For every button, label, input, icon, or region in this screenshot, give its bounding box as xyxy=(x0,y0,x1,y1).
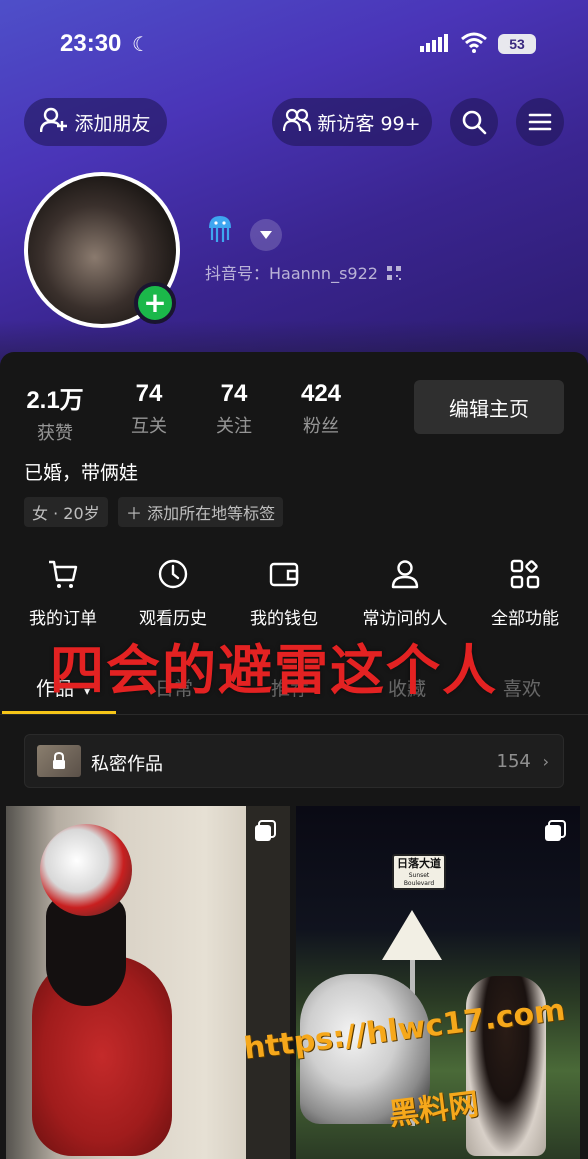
plus-icon: + xyxy=(143,286,167,319)
moon-icon: ☾ xyxy=(132,32,150,56)
stat-followers-label: 粉丝 xyxy=(303,416,339,437)
add-person-icon xyxy=(40,107,68,138)
my-wallet-button[interactable]: 我的钱包 xyxy=(229,556,339,629)
multi-image-icon xyxy=(255,820,276,841)
gender-age-tag: 女 · 20岁 xyxy=(24,497,108,527)
tabs-divider xyxy=(0,714,588,715)
stat-mutual-number: 74 xyxy=(135,380,163,407)
signal-icon xyxy=(420,34,450,56)
qr-code-icon[interactable] xyxy=(387,266,402,280)
stat-likes[interactable]: 2.1万 获赞 xyxy=(22,380,88,445)
status-bar: 23:30 ☾ 53 xyxy=(0,0,588,90)
video-2-sign-subtitle: Sunset Boulevard xyxy=(403,872,435,887)
video-2-road-sign: 日落大道 Sunset Boulevard xyxy=(392,854,446,890)
private-works-row[interactable]: 私密作品 154 › xyxy=(24,734,564,788)
all-features-button[interactable]: 全部功能 xyxy=(470,556,580,629)
my-orders-button[interactable]: 我的订单 xyxy=(8,556,118,629)
wifi-icon xyxy=(460,31,488,57)
stat-following-label: 关注 xyxy=(216,416,252,437)
grid-icon xyxy=(470,556,580,592)
status-time: 23:30 xyxy=(60,30,122,57)
menu-button[interactable] xyxy=(516,98,564,146)
hamburger-menu-icon xyxy=(528,113,552,131)
tab-likes[interactable]: 喜欢 xyxy=(503,674,541,701)
private-works-label: 私密作品 xyxy=(91,754,163,775)
multi-image-icon xyxy=(545,820,566,841)
new-visitors-label: 新访客 99+ xyxy=(317,112,421,135)
video-1-helmet xyxy=(40,824,132,916)
stat-followers[interactable]: 424 粉丝 xyxy=(288,380,354,438)
video-1-mirror-frame xyxy=(246,806,290,1159)
chevron-right-icon: › xyxy=(542,752,549,771)
add-friend-label: 添加朋友 xyxy=(74,112,151,135)
visitors-icon xyxy=(283,108,312,137)
edit-profile-button[interactable]: 编辑主页 xyxy=(414,380,564,434)
new-visitors-button[interactable]: 新访客 99+ xyxy=(272,98,432,146)
stat-mutual[interactable]: 74 互关 xyxy=(118,380,180,438)
caret-down-icon xyxy=(260,231,272,239)
search-icon xyxy=(462,110,487,135)
profile-dropdown-button[interactable] xyxy=(250,219,282,251)
douyin-id-text: 抖音号：Haannn_s922 xyxy=(205,264,378,283)
person-icon xyxy=(350,556,460,592)
private-works-thumbnail xyxy=(37,745,81,777)
cart-icon xyxy=(8,556,118,592)
bio-text: 已婚，带俩娃 xyxy=(24,462,139,484)
active-tab-indicator xyxy=(2,711,116,714)
video-2-warning-sign xyxy=(382,910,442,960)
clock-icon xyxy=(118,556,228,592)
lock-icon xyxy=(53,752,65,769)
video-2-sign-title: 日落大道 xyxy=(397,857,441,870)
stat-following[interactable]: 74 关注 xyxy=(203,380,265,438)
stat-likes-number: 2.1万 xyxy=(26,387,84,414)
overlay-caption: 四会的避雷这个人 xyxy=(50,639,498,702)
add-friend-button[interactable]: 添加朋友 xyxy=(24,98,167,146)
battery-indicator: 53 xyxy=(498,34,536,54)
stat-mutual-label: 互关 xyxy=(131,416,167,437)
search-button[interactable] xyxy=(450,98,498,146)
add-avatar-button[interactable]: + xyxy=(134,282,176,324)
wallet-icon xyxy=(229,556,339,592)
frequent-visitors-button[interactable]: 常访问的人 xyxy=(350,556,460,629)
stat-likes-label: 获赞 xyxy=(37,423,73,444)
jellyfish-icon xyxy=(206,214,234,250)
douyin-id[interactable]: 抖音号：Haannn_s922 xyxy=(205,260,402,284)
watch-history-button[interactable]: 观看历史 xyxy=(118,556,228,629)
private-works-count-number: 154 xyxy=(496,751,531,772)
add-location-tag-button[interactable]: ＋ 添加所在地等标签 xyxy=(118,497,284,527)
stat-followers-number: 424 xyxy=(300,380,342,407)
private-works-count: 154 › xyxy=(497,751,550,772)
video-thumbnail-1[interactable] xyxy=(6,806,290,1159)
stat-following-number: 74 xyxy=(220,380,248,407)
